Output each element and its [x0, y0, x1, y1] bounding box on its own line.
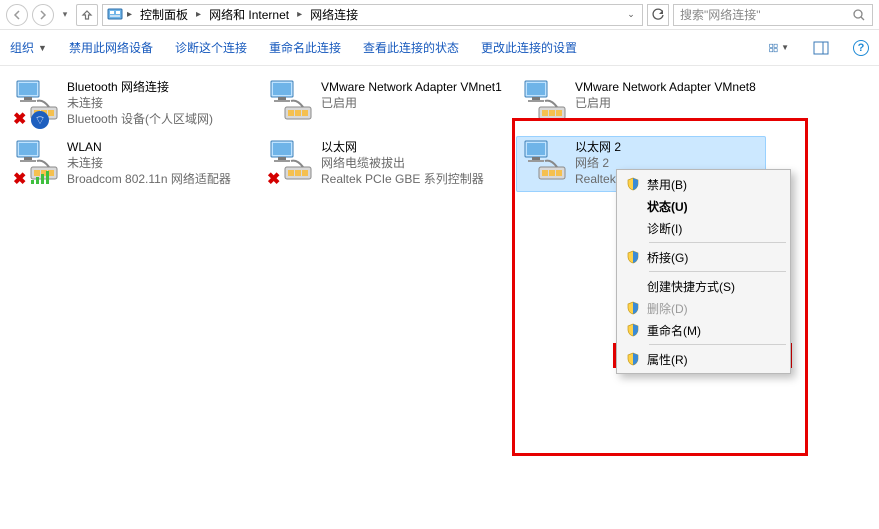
adapter-name: VMware Network Adapter VMnet1	[321, 79, 502, 95]
bluetooth-icon: ⌔	[31, 111, 49, 129]
cmd-view-status[interactable]: 查看此连接的状态	[363, 39, 459, 56]
context-menu-label: 重命名(M)	[647, 322, 780, 339]
shield-icon	[619, 301, 647, 315]
view-dropdown[interactable]: ▼	[769, 38, 789, 58]
adapter-status: 已启用	[575, 95, 756, 111]
context-menu-item[interactable]: 属性(R)	[619, 348, 788, 370]
shield-icon	[619, 352, 647, 366]
adapter-text: 以太网网络电缆被拔出Realtek PCIe GBE 系列控制器	[317, 139, 484, 189]
adapter-item[interactable]: ✖⌔Bluetooth 网络连接未连接Bluetooth 设备(个人区域网)	[8, 76, 258, 132]
breadcrumb-segment[interactable]: 控制面板	[136, 6, 192, 23]
adapter-device: Realtek	[575, 171, 621, 187]
control-panel-icon	[107, 7, 123, 23]
adapter-device: Realtek PCIe GBE 系列控制器	[321, 171, 484, 187]
shield-icon	[619, 323, 647, 337]
refresh-button[interactable]	[647, 4, 669, 26]
up-button[interactable]	[76, 4, 98, 26]
back-button[interactable]	[6, 4, 28, 26]
chevron-right-icon: ▸	[125, 9, 134, 20]
adapter-icon: ✖⌔	[13, 79, 63, 129]
adapter-text: VMware Network Adapter VMnet8已启用	[571, 79, 756, 129]
adapter-name: VMware Network Adapter VMnet8	[575, 79, 756, 95]
adapter-icon: ✖	[13, 139, 63, 189]
adapter-item[interactable]: ✖ 以太网网络电缆被拔出Realtek PCIe GBE 系列控制器	[262, 136, 512, 192]
context-menu-label: 属性(R)	[647, 351, 780, 368]
help-button[interactable]: ?	[853, 40, 869, 56]
command-bar: 组织 ▼ 禁用此网络设备 诊断这个连接 重命名此连接 查看此连接的状态 更改此连…	[0, 30, 879, 66]
error-x-icon: ✖	[13, 109, 26, 129]
adapter-name: 以太网	[321, 139, 484, 155]
adapter-status: 已启用	[321, 95, 502, 111]
error-x-icon: ✖	[13, 169, 26, 189]
adapter-device: Broadcom 802.11n 网络适配器	[67, 171, 231, 187]
chevron-down-icon: ▼	[781, 43, 789, 52]
address-dropdown[interactable]: ⌄	[624, 9, 638, 20]
shield-icon	[619, 250, 647, 264]
chevron-down-icon: ▼	[38, 43, 47, 53]
adapter-status: 网络 2	[575, 155, 621, 171]
search-icon	[852, 8, 866, 22]
organize-button[interactable]: 组织 ▼	[10, 39, 47, 56]
search-placeholder: 搜索"网络连接"	[680, 6, 852, 23]
context-menu-label: 诊断(I)	[647, 220, 780, 237]
adapter-status: 未连接	[67, 155, 231, 171]
context-menu-label: 删除(D)	[647, 300, 780, 317]
adapter-item[interactable]: VMware Network Adapter VMnet8已启用	[516, 76, 766, 132]
signal-bars-icon	[31, 170, 53, 189]
forward-button[interactable]	[32, 4, 54, 26]
adapter-device: Bluetooth 设备(个人区域网)	[67, 111, 213, 127]
adapter-status: 网络电缆被拔出	[321, 155, 484, 171]
shield-icon	[619, 177, 647, 191]
adapter-icon	[521, 139, 571, 189]
adapter-name: 以太网 2	[575, 139, 621, 155]
cmd-disable-device[interactable]: 禁用此网络设备	[69, 39, 153, 56]
chevron-right-icon: ▸	[194, 9, 203, 20]
cmd-change-settings[interactable]: 更改此连接的设置	[481, 39, 577, 56]
adapter-text: VMware Network Adapter VMnet1已启用	[317, 79, 502, 129]
breadcrumb-segment[interactable]: 网络和 Internet	[205, 6, 293, 23]
context-menu-item[interactable]: 重命名(M)	[619, 319, 788, 341]
context-menu-item[interactable]: 禁用(B)	[619, 173, 788, 195]
context-menu-label: 桥接(G)	[647, 249, 780, 266]
adapter-text: 以太网 2网络 2Realtek	[571, 139, 621, 189]
breadcrumb-segment[interactable]: 网络连接	[306, 6, 362, 23]
adapter-text: Bluetooth 网络连接未连接Bluetooth 设备(个人区域网)	[63, 79, 213, 129]
preview-pane-button[interactable]	[811, 38, 831, 58]
context-menu-label: 状态(U)	[647, 198, 780, 215]
adapter-name: Bluetooth 网络连接	[67, 79, 213, 95]
adapter-icon: ✖	[267, 139, 317, 189]
cmd-diagnose[interactable]: 诊断这个连接	[175, 39, 247, 56]
search-box[interactable]: 搜索"网络连接"	[673, 4, 873, 26]
adapter-text: WLAN未连接Broadcom 802.11n 网络适配器	[63, 139, 231, 189]
context-menu-item[interactable]: 创建快捷方式(S)	[619, 275, 788, 297]
context-menu: 禁用(B) 状态(U) 诊断(I) 桥接(G) 创建快捷方式(S) 删除(D) 重命名(M)…	[616, 169, 791, 374]
adapter-status: 未连接	[67, 95, 213, 111]
adapter-icon	[267, 79, 317, 129]
adapter-item[interactable]: ✖ WLAN未连接Broadcom 802.11n 网络适配器	[8, 136, 258, 192]
context-menu-label: 创建快捷方式(S)	[647, 278, 780, 295]
address-path[interactable]: ▸ 控制面板 ▸ 网络和 Internet ▸ 网络连接 ⌄	[102, 4, 643, 26]
context-menu-item: 删除(D)	[619, 297, 788, 319]
adapter-icon	[521, 79, 571, 129]
chevron-right-icon: ▸	[295, 9, 304, 20]
recent-locations-button[interactable]: ▾	[58, 6, 72, 24]
address-bar: ▾ ▸ 控制面板 ▸ 网络和 Internet ▸ 网络连接 ⌄ 搜索"网络连接…	[0, 0, 879, 30]
context-menu-item[interactable]: 诊断(I)	[619, 217, 788, 239]
context-menu-item[interactable]: 桥接(G)	[619, 246, 788, 268]
adapter-item[interactable]: VMware Network Adapter VMnet1已启用	[262, 76, 512, 132]
error-x-icon: ✖	[267, 169, 280, 189]
content-pane: ✖⌔Bluetooth 网络连接未连接Bluetooth 设备(个人区域网)VM…	[0, 66, 879, 202]
cmd-rename[interactable]: 重命名此连接	[269, 39, 341, 56]
context-menu-label: 禁用(B)	[647, 176, 780, 193]
context-menu-item[interactable]: 状态(U)	[619, 195, 788, 217]
adapter-name: WLAN	[67, 139, 231, 155]
